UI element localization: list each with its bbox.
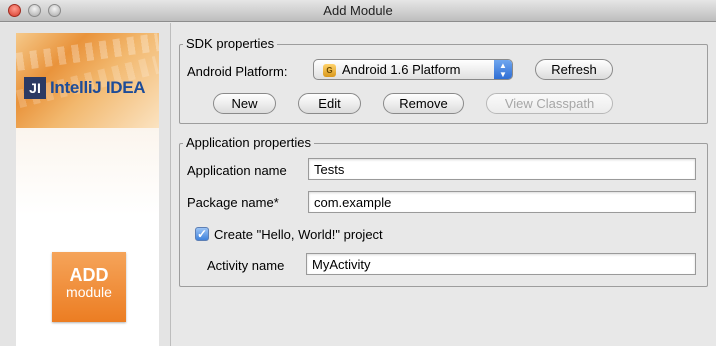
intellij-logo-text: IntelliJ IDEA bbox=[50, 78, 146, 97]
content-background bbox=[172, 287, 716, 346]
activity-name-label: Activity name bbox=[207, 258, 285, 273]
sdk-properties-title: SDK properties bbox=[183, 36, 278, 51]
refresh-button[interactable]: Refresh bbox=[535, 59, 613, 80]
intellij-logo: JI IntelliJ IDEA bbox=[24, 75, 146, 101]
application-properties-title: Application properties bbox=[183, 135, 315, 150]
package-name-field[interactable]: com.example bbox=[308, 191, 696, 213]
view-classpath-button[interactable]: View Classpath bbox=[486, 93, 613, 114]
android-platform-value: Android 1.6 Platform bbox=[342, 62, 461, 77]
activity-name-field[interactable]: MyActivity bbox=[306, 253, 696, 275]
intellij-logo-icon: JI bbox=[24, 77, 46, 99]
android-platform-select[interactable]: G Android 1.6 Platform ▲ ▼ bbox=[313, 59, 513, 80]
window-title: Add Module bbox=[323, 3, 393, 18]
application-name-label: Application name bbox=[187, 163, 287, 178]
left-pane: JI IntelliJ IDEA ADD module bbox=[0, 23, 171, 346]
create-hello-world-checkbox[interactable]: ✓ bbox=[195, 227, 209, 241]
application-name-field[interactable]: Tests bbox=[308, 158, 696, 180]
android-platform-label: Android Platform: bbox=[187, 64, 288, 79]
edit-sdk-button[interactable]: Edit bbox=[298, 93, 361, 114]
create-hello-world-label[interactable]: Create "Hello, World!" project bbox=[214, 227, 383, 242]
add-module-tile-line1: ADD bbox=[69, 265, 109, 285]
title-bar: Add Module bbox=[0, 0, 716, 22]
remove-sdk-button[interactable]: Remove bbox=[383, 93, 464, 114]
android-sdk-icon: G bbox=[323, 64, 336, 77]
package-name-label: Package name* bbox=[187, 195, 279, 210]
new-sdk-button[interactable]: New bbox=[213, 93, 276, 114]
add-module-tile-line2: module bbox=[66, 284, 112, 300]
chevron-up-down-icon: ▲ ▼ bbox=[494, 60, 512, 79]
add-module-icon: ADD module bbox=[52, 252, 126, 322]
